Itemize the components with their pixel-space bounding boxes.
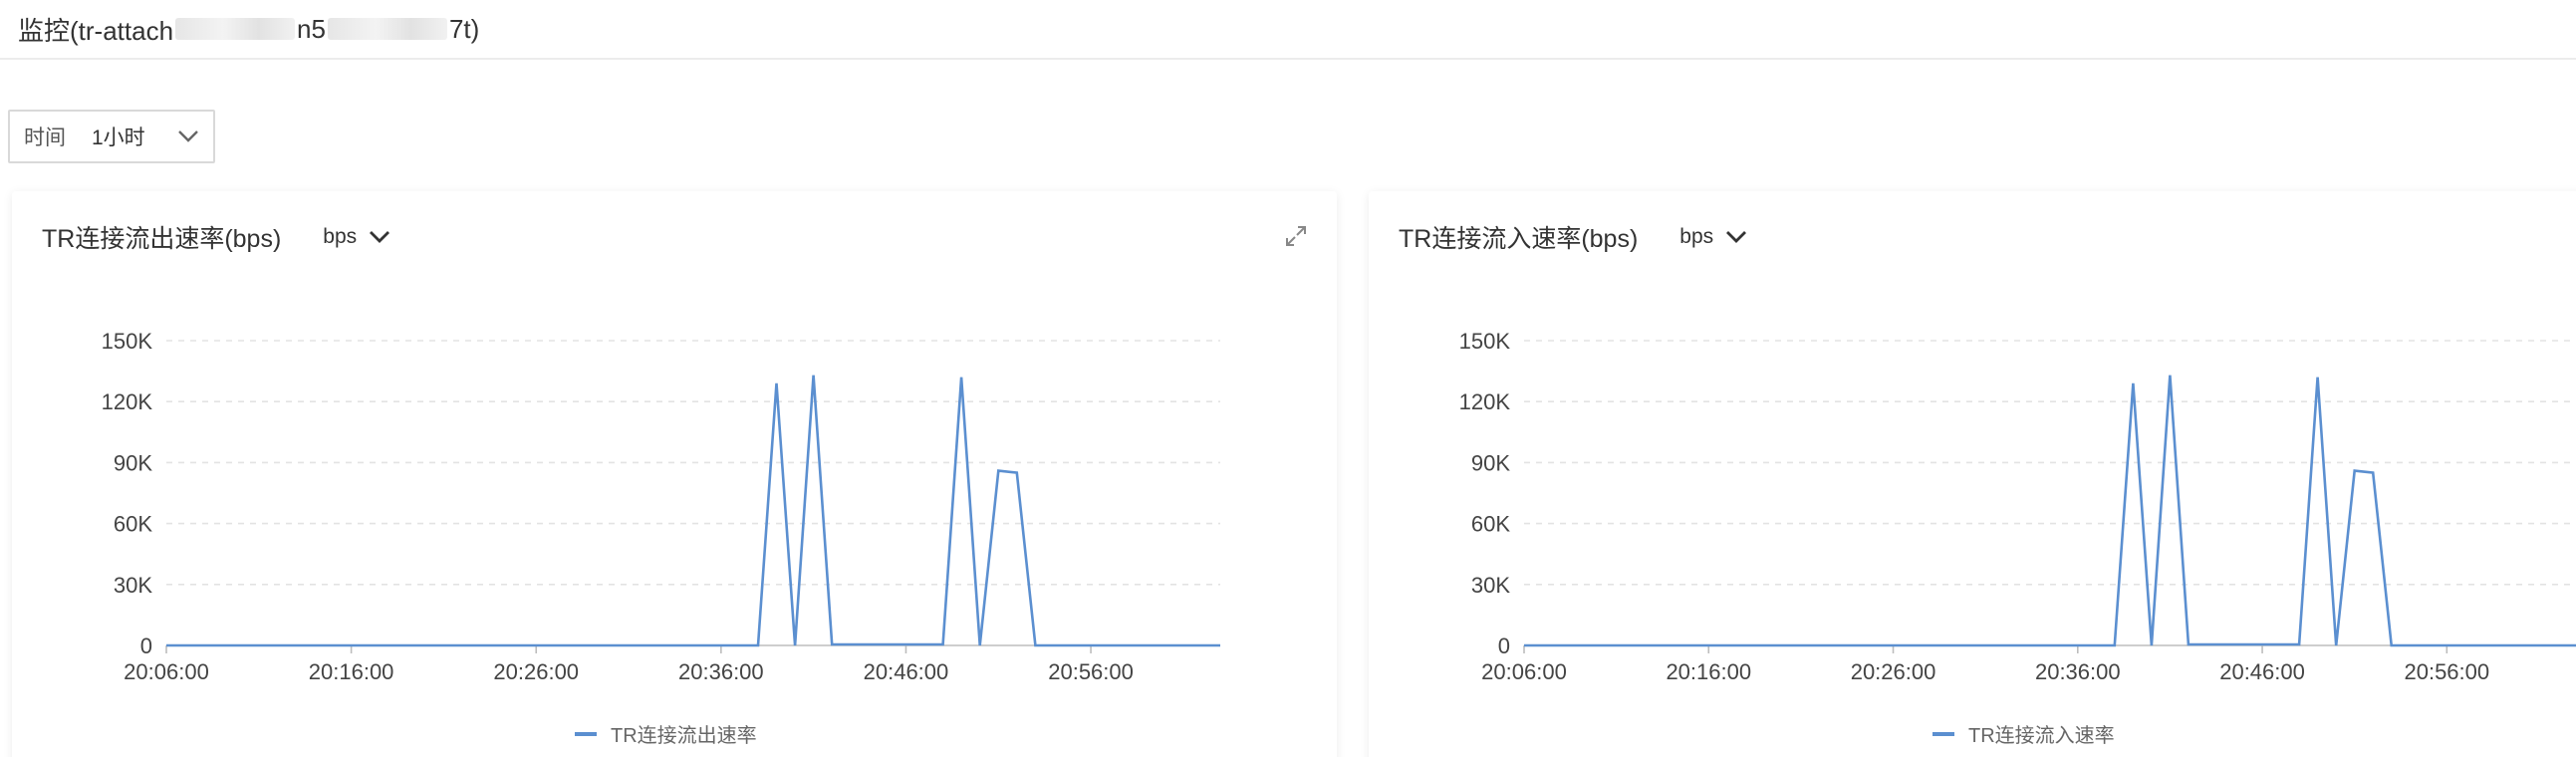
legend-label: TR连接流入速率 — [1968, 725, 2115, 747]
x-tick-label: 20:26:00 — [493, 659, 579, 684]
y-tick-label: 60K — [114, 512, 152, 537]
x-tick-label: 20:16:00 — [1666, 659, 1751, 684]
y-tick-label: 150K — [1459, 329, 1511, 354]
y-tick-label: 30K — [1471, 573, 1510, 598]
legend-item[interactable]: TR连接流出速率 — [575, 719, 757, 748]
chart-card-outbound: TR连接流出速率(bps) bps 0 30K 60K 90K 120K 150K 20:0… — [12, 191, 1337, 757]
legend-swatch — [575, 731, 597, 736]
redacted-mask — [327, 18, 447, 40]
time-range-value: 1小时 — [92, 126, 145, 149]
x-tick-label: 20:46:00 — [2219, 659, 2305, 684]
line-chart: 0 30K 60K 90K 120K 150K 20:06:00 20:16:00 20:26:… — [1459, 329, 2576, 684]
chevron-down-icon — [178, 130, 198, 142]
x-tick-label: 20:56:00 — [1048, 659, 1134, 684]
x-tick-label: 20:36:00 — [2035, 659, 2121, 684]
x-tick-label: 20:46:00 — [864, 659, 949, 684]
y-tick-label: 60K — [1471, 512, 1510, 537]
y-tick-label: 0 — [140, 633, 152, 658]
page-title: 监控(tr-attach n5 7t) — [18, 11, 479, 48]
series-line — [1524, 375, 2576, 647]
page-title-prefix: 监控(tr-attach — [18, 15, 174, 46]
x-tick-label: 20:16:00 — [309, 659, 394, 684]
toolbar: 时间 1小时 — [8, 110, 215, 163]
line-chart: 0 30K 60K 90K 120K 150K 20:06:00 20:16:00 20:26:… — [102, 329, 1220, 684]
y-tick-label: 0 — [1498, 633, 1510, 658]
redacted-mask — [175, 18, 296, 40]
x-tick-label: 20:36:00 — [678, 659, 764, 684]
time-range-label: 时间 — [24, 126, 66, 149]
y-tick-label: 30K — [114, 573, 152, 598]
y-tick-label: 90K — [1471, 450, 1510, 475]
legend-label: TR连接流出速率 — [611, 725, 757, 747]
y-tick-label: 120K — [1459, 389, 1511, 414]
x-tick-label: 20:06:00 — [124, 659, 209, 684]
page-header: 监控(tr-attach n5 7t) — [0, 0, 2576, 60]
series-line — [166, 375, 1220, 647]
y-tick-label: 90K — [114, 450, 152, 475]
x-tick-label: 20:56:00 — [2404, 659, 2489, 684]
monitor-page: 监控(tr-attach n5 7t) 时间 1小时 TR连接流出速率(bps)… — [0, 0, 2576, 757]
y-tick-label: 120K — [102, 389, 153, 414]
chart-card-inbound: TR连接流入速率(bps) bps 0 30K 60K 90K 120K 150K 20:0… — [1369, 191, 2576, 757]
legend-swatch — [1932, 731, 1954, 736]
page-title-mid: n5 — [297, 13, 326, 44]
x-tick-label: 20:26:00 — [1851, 659, 1936, 684]
x-tick-label: 20:06:00 — [1481, 659, 1567, 684]
page-title-suffix: 7t) — [448, 13, 480, 44]
time-range-select[interactable]: 时间 1小时 — [8, 110, 215, 163]
legend-item[interactable]: TR连接流入速率 — [1932, 719, 2115, 748]
y-tick-label: 150K — [102, 329, 153, 354]
